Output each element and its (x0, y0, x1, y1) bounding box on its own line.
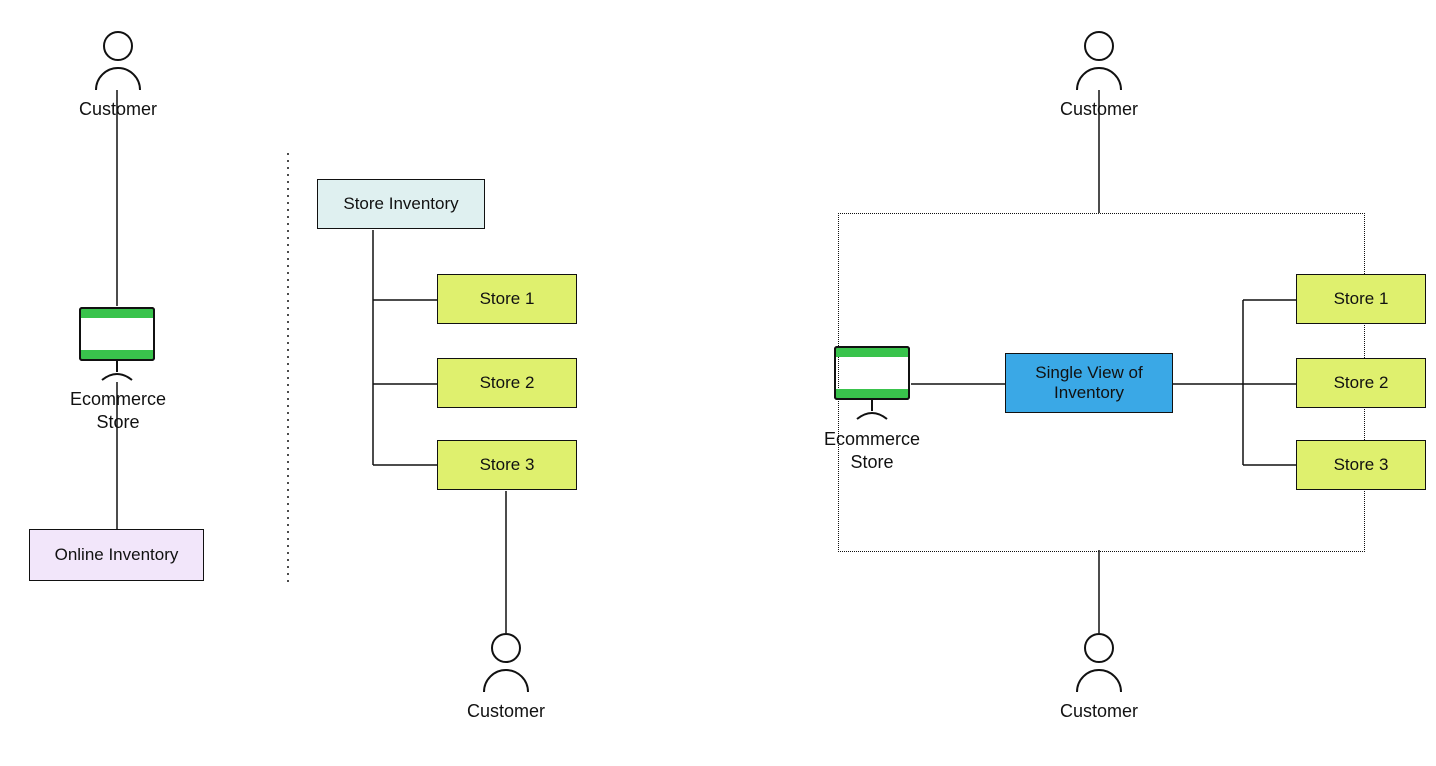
store-1-box-left: Store 1 (437, 274, 577, 324)
single-view-text: Single View of Inventory (1035, 363, 1142, 403)
single-view-box: Single View of Inventory (1005, 353, 1173, 413)
ecommerce-store-label: Ecommerce Store (815, 428, 929, 475)
customer-label: Customer (1051, 700, 1147, 723)
person-icon (1073, 30, 1125, 95)
person-icon (480, 632, 532, 697)
store-inventory-text: Store Inventory (343, 194, 458, 214)
store-inventory-box: Store Inventory (317, 179, 485, 229)
customer-label: Customer (458, 700, 554, 723)
store-1-text: Store 1 (480, 289, 535, 309)
store-3-box-right: Store 3 (1296, 440, 1426, 490)
store-3-box-left: Store 3 (437, 440, 577, 490)
store-2-box-left: Store 2 (437, 358, 577, 408)
person-icon (92, 30, 144, 95)
online-inventory-text: Online Inventory (55, 545, 179, 565)
store-1-box-right: Store 1 (1296, 274, 1426, 324)
monitor-icon (78, 306, 156, 387)
online-inventory-box: Online Inventory (29, 529, 204, 581)
ecommerce-store-label: Ecommerce Store (61, 388, 175, 435)
person-icon (1073, 632, 1125, 697)
customer-label: Customer (1051, 98, 1147, 121)
store-2-text: Store 2 (480, 373, 535, 393)
customer-label: Customer (70, 98, 166, 121)
store-1-text: Store 1 (1334, 289, 1389, 309)
store-3-text: Store 3 (1334, 455, 1389, 475)
monitor-icon (833, 345, 911, 426)
store-2-text: Store 2 (1334, 373, 1389, 393)
store-2-box-right: Store 2 (1296, 358, 1426, 408)
store-3-text: Store 3 (480, 455, 535, 475)
